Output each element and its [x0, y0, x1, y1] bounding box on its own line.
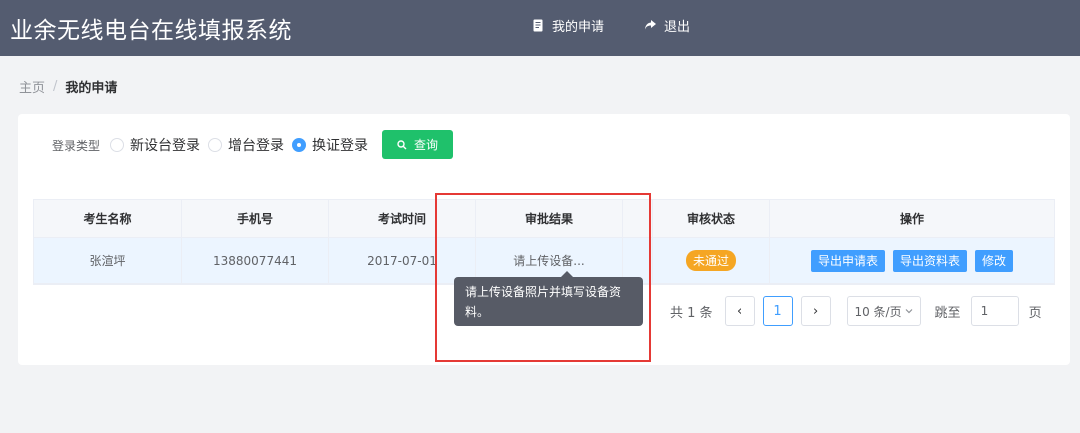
chevron-down-icon [905, 308, 913, 314]
query-button[interactable]: 查询 [382, 130, 453, 159]
highlight-box [435, 193, 651, 362]
page-number-button[interactable]: 1 [762, 296, 793, 326]
document-icon [530, 17, 546, 33]
search-icon [397, 139, 407, 150]
next-page-button[interactable]: › [800, 296, 831, 326]
nav-my-applications[interactable]: 我的申请 [530, 15, 604, 35]
breadcrumb-separator: / [53, 79, 58, 94]
cell-name: 张渲坪 [34, 238, 182, 283]
column-header-status: 审核状态 [653, 200, 770, 237]
top-bar: 业余无线电台在线填报系统 我的申请 退出 [0, 0, 1080, 56]
cell-actions: 导出申请表 导出资料表 修改 [770, 238, 1054, 283]
page-size-value: 10 条/页 [854, 304, 902, 319]
nav-my-applications-label: 我的申请 [552, 19, 605, 35]
login-type-filter: 登录类型 新设台登录 增台登录 换证登录 [52, 131, 376, 159]
breadcrumb-current: 我的申请 [65, 81, 118, 96]
radio-circle[interactable] [292, 138, 307, 152]
status-badge: 未通过 [685, 250, 736, 271]
edit-button[interactable]: 修改 [975, 249, 1014, 272]
breadcrumb: 主页 / 我的申请 [19, 77, 117, 96]
nav-logout[interactable]: 退出 [642, 15, 690, 35]
filter-label: 登录类型 [52, 138, 101, 153]
cell-status: 未通过 [653, 238, 770, 283]
column-header-phone: 手机号 [182, 200, 329, 237]
jump-page-input[interactable]: 1 [970, 296, 1019, 326]
query-button-label: 查询 [413, 138, 438, 152]
prev-page-button[interactable]: ‹ [724, 296, 755, 326]
page-unit: 页 [1028, 305, 1042, 321]
total-count: 共 1 条 [670, 305, 713, 321]
breadcrumb-home[interactable]: 主页 [19, 77, 45, 96]
radio-circle[interactable] [208, 138, 223, 152]
export-materials-button[interactable]: 导出资料表 [892, 249, 967, 272]
export-application-button[interactable]: 导出申请表 [810, 249, 885, 272]
cell-phone: 13880077441 [182, 238, 329, 283]
radio-label: 新设台登录 [130, 138, 201, 154]
radio-label: 增台登录 [228, 138, 285, 154]
radio-circle[interactable] [110, 138, 125, 152]
nav-logout-label: 退出 [664, 19, 691, 35]
radio-new-station[interactable]: 新设台登录 [110, 135, 200, 155]
radio-add-station[interactable]: 增台登录 [208, 135, 284, 155]
pagination: 共 1 条 ‹ 1 › 10 条/页 跳至 1 页 [670, 296, 1042, 326]
jump-label: 跳至 [934, 305, 961, 321]
radio-renew-license[interactable]: 换证登录 [292, 135, 368, 155]
column-header-name: 考生名称 [34, 200, 182, 237]
radio-label: 换证登录 [312, 138, 369, 154]
column-header-actions: 操作 [899, 212, 924, 226]
page-size-select[interactable]: 10 条/页 [846, 296, 921, 326]
share-arrow-icon [642, 17, 658, 33]
app-title: 业余无线电台在线填报系统 [10, 18, 292, 44]
